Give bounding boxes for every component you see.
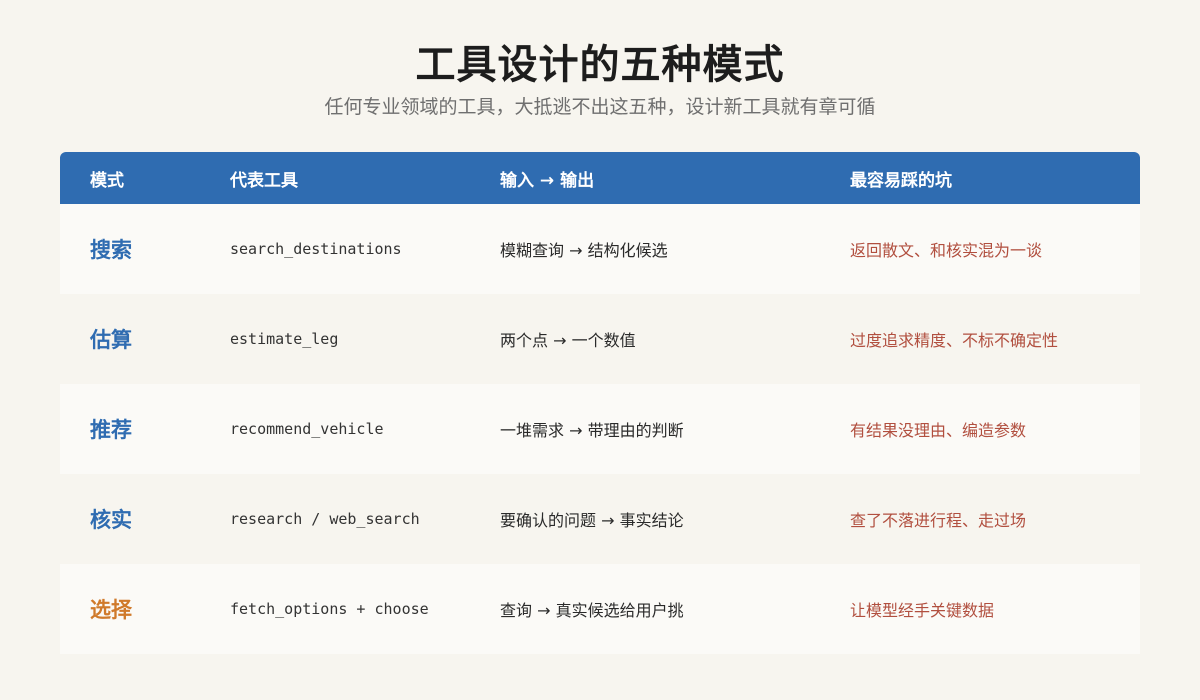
mode-cell: 估算 <box>90 328 132 352</box>
mode-cell: 推荐 <box>90 418 132 442</box>
io-cell: 查询 → 真实候选给用户挑 <box>500 601 684 620</box>
pitfall-cell: 有结果没理由、编造参数 <box>850 421 1027 440</box>
page: 工具设计的五种模式 任何专业领域的工具，大抵逃不出这五种，设计新工具就有章可循 … <box>0 0 1200 700</box>
header-tool: 代表工具 <box>230 170 298 191</box>
pitfall-cell: 查了不落进行程、走过场 <box>850 511 1027 530</box>
table-row: 推荐 recommend_vehicle 一堆需求 → 带理由的判断 有结果没理… <box>60 384 1140 474</box>
io-cell: 两个点 → 一个数值 <box>500 331 636 350</box>
page-title: 工具设计的五种模式 <box>415 42 785 88</box>
tool-cell: research / web_search <box>230 510 420 528</box>
io-cell: 模糊查询 → 结构化候选 <box>500 241 668 260</box>
tool-cell: search_destinations <box>230 240 402 258</box>
table-header: 模式 代表工具 输入 → 输出 最容易踩的坑 <box>60 152 1140 204</box>
header-io: 输入 → 输出 <box>500 170 595 191</box>
io-cell: 一堆需求 → 带理由的判断 <box>500 421 684 440</box>
table-row: 核实 research / web_search 要确认的问题 → 事实结论 查… <box>60 474 1140 564</box>
table-row: 选择 fetch_options + choose 查询 → 真实候选给用户挑 … <box>60 564 1140 654</box>
tool-cell: recommend_vehicle <box>230 420 384 438</box>
mode-cell: 搜索 <box>90 238 132 262</box>
header-pitfall: 最容易踩的坑 <box>850 170 952 191</box>
pitfall-cell: 让模型经手关键数据 <box>850 601 995 620</box>
pitfall-cell: 过度追求精度、不标不确定性 <box>850 331 1059 350</box>
table-row: 估算 estimate_leg 两个点 → 一个数值 过度追求精度、不标不确定性 <box>60 294 1140 384</box>
pitfall-cell: 返回散文、和核实混为一谈 <box>850 241 1043 260</box>
table-row: 搜索 search_destinations 模糊查询 → 结构化候选 返回散文… <box>60 204 1140 294</box>
mode-cell: 核实 <box>90 508 132 532</box>
header-mode: 模式 <box>90 170 124 191</box>
page-subtitle: 任何专业领域的工具，大抵逃不出这五种，设计新工具就有章可循 <box>324 96 876 118</box>
mode-cell: 选择 <box>90 598 132 622</box>
tool-cell: estimate_leg <box>230 330 339 348</box>
patterns-table: 模式 代表工具 输入 → 输出 最容易踩的坑 搜索 search_destina… <box>60 152 1140 654</box>
tool-cell: fetch_options + choose <box>230 600 429 618</box>
io-cell: 要确认的问题 → 事实结论 <box>500 511 684 530</box>
